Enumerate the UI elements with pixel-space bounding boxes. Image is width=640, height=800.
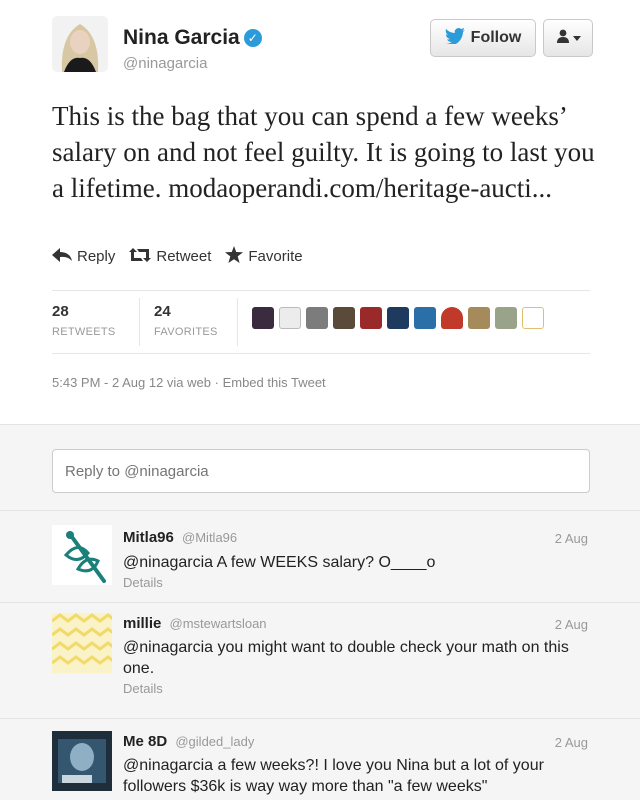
favoriter-avatar[interactable]: [414, 307, 436, 329]
divider: [52, 353, 590, 354]
reply-author-handle[interactable]: @Mitla96: [182, 530, 237, 545]
favorite-label: Favorite: [248, 248, 303, 265]
reply-label: Reply: [77, 248, 116, 265]
reply-author-name[interactable]: Mitla96: [123, 529, 174, 546]
favoriter-avatar[interactable]: [468, 307, 490, 329]
retweet-icon: [129, 247, 152, 266]
user-actions-button[interactable]: [543, 19, 593, 57]
reply-item[interactable]: Me 8D @gilded_lady 2 Aug @ninagarcia a f…: [0, 719, 640, 800]
reply-author-handle[interactable]: @gilded_lady: [175, 734, 254, 749]
favoriter-avatar[interactable]: [360, 307, 382, 329]
tweet-card: Nina Garcia ✓ @ninagarcia Follow This is …: [0, 0, 640, 424]
reply-avatar[interactable]: [52, 613, 112, 673]
follow-label: Follow: [470, 29, 522, 46]
chevron-down-icon: [572, 29, 581, 47]
reply-details-link[interactable]: Details: [123, 681, 163, 696]
follow-button[interactable]: Follow: [430, 19, 536, 57]
favoriter-avatar[interactable]: [333, 307, 355, 329]
author-name-text[interactable]: Nina Garcia: [123, 26, 240, 49]
reply-date[interactable]: 2 Aug: [555, 735, 588, 750]
favorites-count: 24: [154, 303, 171, 320]
reply-text: @ninagarcia A few WEEKS salary? O____o: [123, 554, 436, 571]
reply-input[interactable]: [52, 449, 590, 493]
reply-avatar[interactable]: [52, 525, 112, 585]
stat-separator: [139, 298, 140, 346]
reply-item[interactable]: Mitla96 @Mitla96 2 Aug @ninagarcia A few…: [0, 511, 640, 603]
author-avatar[interactable]: [52, 16, 108, 72]
favorites-stat[interactable]: 24 FAVORITES: [154, 303, 218, 338]
embed-tweet-link[interactable]: Embed this Tweet: [223, 375, 326, 390]
reply-author-name[interactable]: Me 8D: [123, 733, 167, 750]
reply-header: millie @mstewartsloan: [123, 615, 267, 632]
author-handle[interactable]: @ninagarcia: [123, 55, 207, 72]
user-icon: [556, 29, 570, 48]
favoriter-avatar[interactable]: [279, 307, 301, 329]
bird-icon: [444, 27, 465, 49]
stat-separator: [237, 298, 238, 346]
reply-avatar[interactable]: [52, 731, 112, 791]
reply-date[interactable]: 2 Aug: [555, 617, 588, 632]
reply-text: @ninagarcia you might want to double che…: [123, 639, 569, 677]
tweet-meta: 5:43 PM - 2 Aug 12 via web · Embed this …: [52, 375, 326, 390]
reply-author-handle[interactable]: @mstewartsloan: [170, 616, 267, 631]
reply-box-area: [0, 424, 640, 511]
retweet-action[interactable]: Retweet: [129, 246, 211, 267]
reply-header: Mitla96 @Mitla96: [123, 529, 237, 546]
reply-header: Me 8D @gilded_lady: [123, 733, 254, 750]
favoriter-avatar[interactable]: [495, 307, 517, 329]
reply-date[interactable]: 2 Aug: [555, 531, 588, 546]
favoriter-avatar[interactable]: [306, 307, 328, 329]
author-name[interactable]: Nina Garcia ✓: [123, 26, 262, 50]
reply-item[interactable]: millie @mstewartsloan 2 Aug @ninagarcia …: [0, 603, 640, 719]
tweet-actions: Reply Retweet Favorite: [52, 246, 303, 267]
favoriter-avatar[interactable]: [441, 307, 463, 329]
reply-action[interactable]: Reply: [52, 246, 115, 267]
reply-arrow-icon: [52, 247, 72, 266]
favoriter-avatar[interactable]: [387, 307, 409, 329]
reply-text: @ninagarcia a few weeks?! I love you Nin…: [123, 757, 544, 795]
retweets-stat[interactable]: 28 RETWEETS: [52, 303, 116, 338]
favoriter-avatars: [252, 307, 544, 329]
favorites-label: FAVORITES: [154, 326, 218, 338]
favoriter-avatar[interactable]: [522, 307, 544, 329]
retweets-label: RETWEETS: [52, 326, 116, 338]
tweet-timestamp[interactable]: 5:43 PM - 2 Aug 12 via web: [52, 375, 211, 390]
retweet-label: Retweet: [156, 248, 212, 265]
tweet-link[interactable]: modaoperandi.com/heritage-aucti...: [168, 173, 552, 203]
star-icon: [225, 246, 244, 267]
reply-author-name[interactable]: millie: [123, 615, 161, 632]
tweet-text: This is the bag that you can spend a few…: [52, 98, 612, 206]
verified-icon: ✓: [243, 29, 262, 47]
favorite-action[interactable]: Favorite: [225, 246, 303, 267]
favoriter-avatar[interactable]: [252, 307, 274, 329]
reply-details-link[interactable]: Details: [123, 575, 163, 590]
divider: [52, 290, 590, 291]
meta-separator: ·: [214, 375, 223, 390]
retweets-count: 28: [52, 303, 69, 320]
